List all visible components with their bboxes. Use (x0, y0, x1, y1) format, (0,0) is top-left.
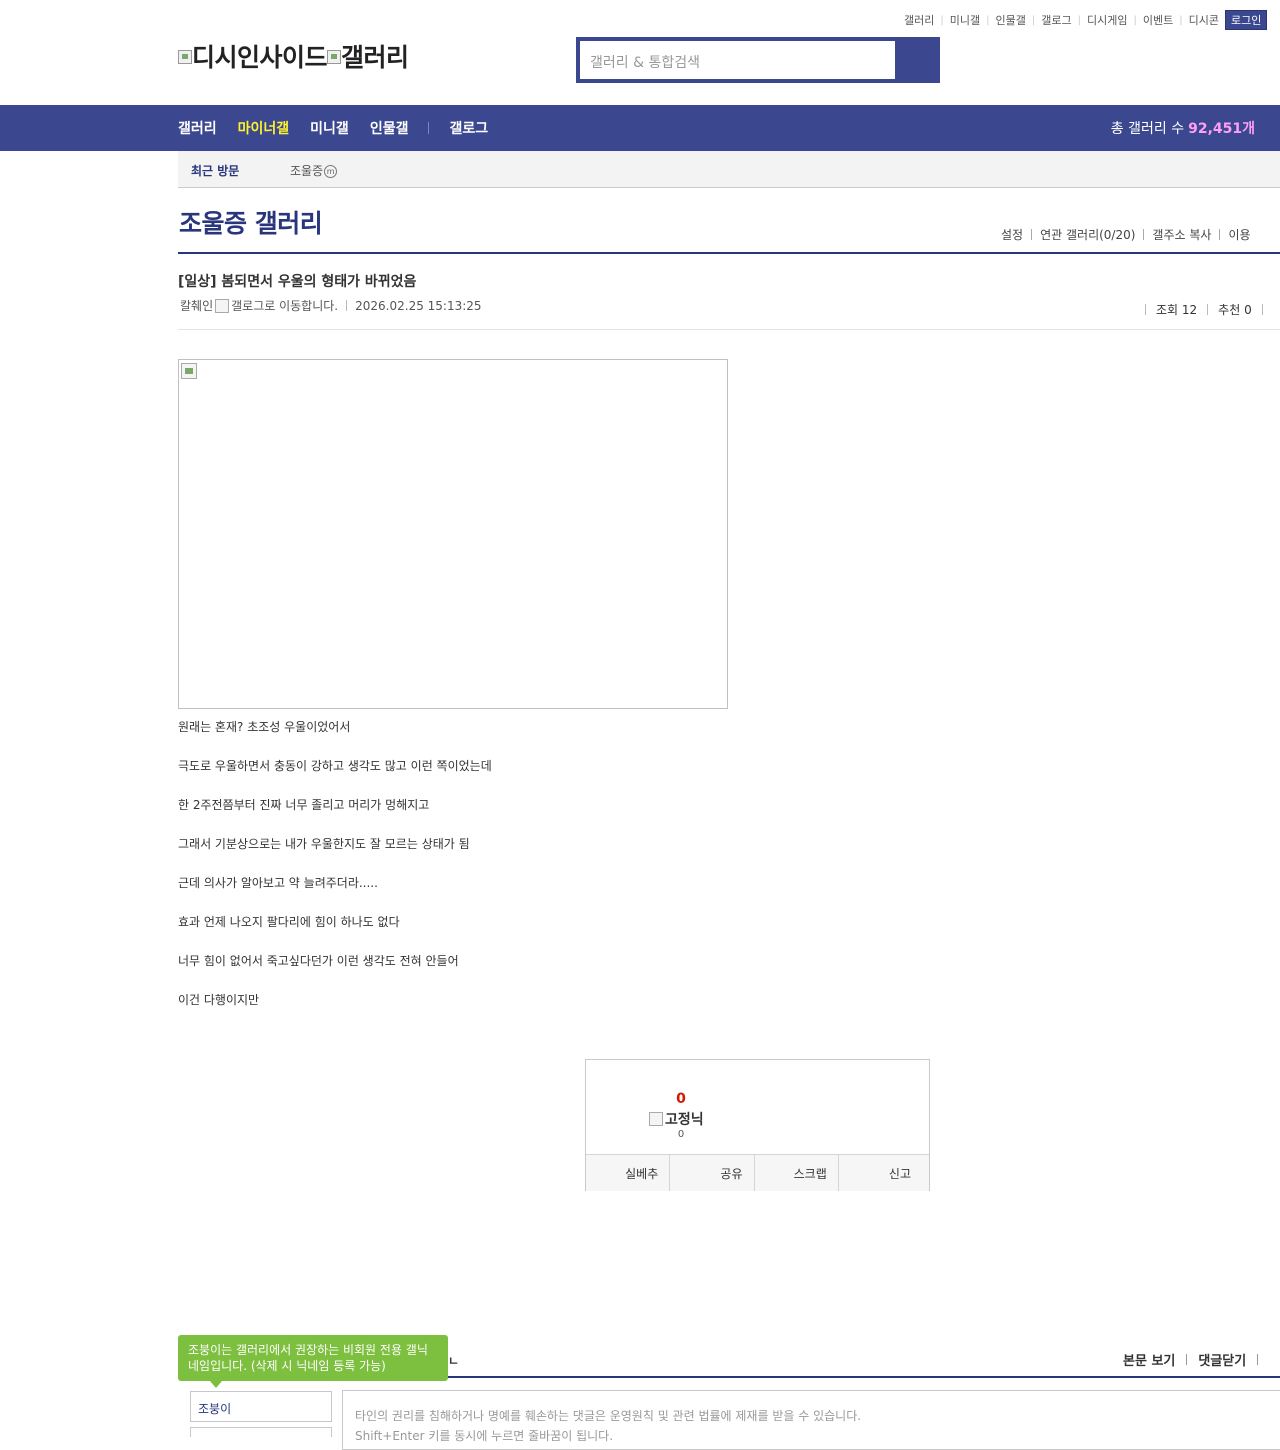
gallery-options: 설정 연관 갤러리(0/20) 갤주소 복사 이용 (1001, 226, 1251, 243)
post-info: 칼췌인 갤로그로 이동합니다. 2026.02.25 15:13:25 (180, 297, 482, 314)
scrap-button[interactable]: 스크랩 (755, 1155, 839, 1191)
share-button[interactable]: 공유 (670, 1155, 755, 1191)
post-body-line: 한 2주전쯤부터 진짜 너무 졸리고 머리가 멍해지고 (178, 798, 430, 812)
post-body-line: 효과 언제 나오지 팔다리에 힘이 하나도 없다 (178, 915, 400, 929)
post-datetime: 2026.02.25 15:13:25 (355, 298, 482, 313)
util-link-event[interactable]: 이벤트 (1143, 12, 1173, 28)
recent-gallery-name: 조울증 (290, 164, 324, 178)
broken-image-icon (178, 48, 192, 64)
comment-textarea-hint: Shift+Enter 키를 동시에 누르면 줄바꿈이 됩니다. (355, 1429, 614, 1443)
fixed-nick-recommend-button[interactable]: 고정닉 (649, 1109, 704, 1129)
post-image[interactable] (178, 359, 728, 709)
minor-gallery-badge-icon: m (324, 165, 338, 178)
util-link-dccon[interactable]: 디시콘 (1189, 12, 1219, 28)
util-link-gallery[interactable]: 갤러리 (904, 12, 934, 28)
broken-image-icon (327, 48, 342, 64)
search-button[interactable] (896, 37, 940, 83)
post-body: 원래는 혼재? 초조성 우울이었어서 극도로 우울하면서 충동이 강하고 생각도… (178, 719, 492, 1031)
global-nav: 갤러리 마이너갤 미니갤 인물갤 갤로그 총 갤러리 수 92,451개 (0, 105, 1280, 151)
comment-textarea-placeholder: 타인의 권리를 침해하거나 명예를 훼손하는 댓글은 운영원칙 및 관련 법률에… (355, 1409, 862, 1423)
copy-gallery-address-link[interactable]: 갤주소 복사 (1152, 226, 1211, 243)
guest-nick-tooltip: 조붕이는 갤러리에서 권장하는 비회원 전용 갤닉네임입니다. (삭제 시 닉네… (178, 1335, 448, 1388)
report-button[interactable]: 신고 (839, 1155, 929, 1191)
recent-visit-item[interactable]: 조울증 m (290, 162, 338, 179)
recent-visit-label[interactable]: 최근 방문 (191, 162, 239, 179)
logo-text-gallery: 갤러리 (341, 43, 409, 72)
login-button[interactable]: 로그인 (1224, 10, 1268, 30)
post-body-line: 그래서 기분상으로는 내가 우울한지도 잘 모르는 상태가 됨 (178, 837, 470, 851)
gnb-item-gallog[interactable]: 갤로그 (449, 118, 488, 138)
search-box: 갤러리 & 통합검색 (576, 37, 940, 83)
post-recommend: 추천 0 (1218, 302, 1252, 317)
comment-header-links: 본문 보기 댓글닫기 (1123, 1350, 1269, 1369)
gallery-title[interactable]: 조울증 갤러리 (179, 204, 323, 240)
util-link-gallog[interactable]: 갤로그 (1041, 12, 1071, 28)
close-comments-link[interactable]: 댓글닫기 (1198, 1350, 1246, 1369)
recommend-box: 0 고정닉 0 실베추 공유 스크랩 신고 (585, 1059, 930, 1191)
comment-textarea[interactable]: 타인의 권리를 침해하거나 명예를 훼손하는 댓글은 운영원칙 및 관련 법률에… (342, 1390, 1280, 1450)
fixed-nick-count: 0 (677, 1129, 685, 1140)
post-title: [일상] 봄되면서 우울의 형태가 바뀌었음 (178, 274, 417, 290)
fixed-nick-label: 고정닉 (665, 1112, 704, 1128)
post-body-line: 근데 의사가 알아보고 약 늘려주더라..... (178, 876, 378, 890)
broken-image-icon (181, 363, 197, 379)
gnb-item-mini-gallery[interactable]: 미니갤 (310, 118, 349, 138)
total-gallery-label: 총 갤러리 수 (1110, 121, 1185, 137)
search-input[interactable]: 갤러리 & 통합검색 (580, 41, 895, 79)
recent-visit-bar: 최근 방문 조울증 m (178, 151, 1280, 188)
util-link-minigall[interactable]: 미니갤 (950, 12, 980, 28)
top-utility-links: 갤러리 | 미니갤 | 인물갤 | 갤로그 | 디시게임 | 이벤트 | 디시콘 로그인 (904, 10, 1268, 30)
gnb-divider (428, 122, 430, 134)
site-logo[interactable]: 디시인사이드 갤러리 (178, 38, 409, 74)
broken-image-icon (215, 298, 230, 313)
broken-image-icon (649, 1112, 663, 1126)
post-action-bar: 실베추 공유 스크랩 신고 (586, 1154, 929, 1191)
logo-text-dcinside: 디시인사이드 (192, 43, 328, 72)
comment-nickname-input[interactable]: 조붕이 (190, 1391, 332, 1422)
gallog-link-text[interactable]: 갤로그로 이동합니다. (231, 297, 338, 314)
total-gallery-value: 92,451개 (1188, 121, 1255, 137)
post-body-line: 원래는 혼재? 초조성 우울이었어서 (178, 720, 351, 734)
util-link-dcgame[interactable]: 디시게임 (1087, 12, 1127, 28)
comment-header-fragment: ㄴ (448, 1354, 460, 1368)
gnb-item-gallery[interactable]: 갤러리 (178, 118, 217, 138)
view-body-link[interactable]: 본문 보기 (1123, 1350, 1175, 1369)
gallery-title-divider (178, 252, 1280, 254)
gallery-settings-link[interactable]: 설정 (1001, 226, 1023, 243)
util-link-persongall[interactable]: 인물갤 (996, 12, 1026, 28)
post-body-line: 너무 힘이 없어서 죽고싶다던가 이런 생각도 전혀 안들어 (178, 954, 459, 968)
post-body-line: 극도로 우울하면서 충동이 강하고 생각도 많고 이런 쪽이었는데 (178, 759, 492, 773)
related-gallery-link[interactable]: 연관 갤러리(0/20) (1040, 226, 1135, 243)
post-stats: 조회 12 추천 0 (1135, 299, 1280, 319)
usage-link[interactable]: 이용 (1228, 226, 1250, 243)
post-header-divider (178, 329, 1280, 330)
gnb-menu: 갤러리 마이너갤 미니갤 인물갤 갤로그 (178, 105, 509, 151)
gnb-item-minor-gallery[interactable]: 마이너갤 (238, 118, 290, 138)
post-author[interactable]: 칼췌인 (180, 297, 213, 314)
post-views: 조회 12 (1156, 302, 1198, 317)
silbe-recommend-button[interactable]: 실베추 (586, 1155, 671, 1191)
gnb-item-person-gallery[interactable]: 인물갤 (370, 118, 409, 138)
total-gallery-count: 총 갤러리 수 92,451개 (1111, 105, 1255, 151)
post-body-line: 이건 다행이지만 (178, 993, 260, 1007)
recommend-count: 0 (676, 1091, 686, 1107)
